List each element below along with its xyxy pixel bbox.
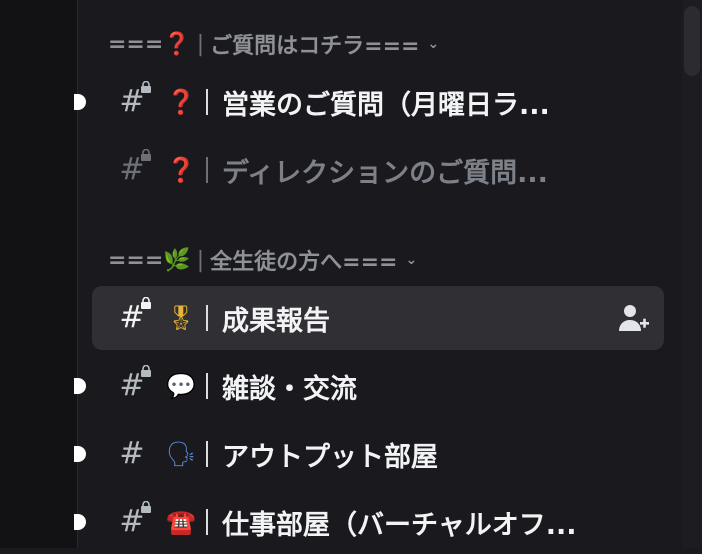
unread-indicator — [74, 378, 86, 394]
unread-indicator — [74, 446, 86, 462]
hash-icon: # — [114, 149, 151, 185]
question-emoji: ❓ — [163, 31, 191, 57]
channel-separator — [206, 373, 208, 399]
channel-separator — [206, 509, 208, 535]
hash-icon: # — [114, 81, 151, 117]
channel-work-room[interactable]: # ☎️ 仕事部屋（バーチャルオフ... — [74, 490, 664, 554]
medal-emoji: 🎖 — [165, 304, 197, 332]
lock-icon — [141, 365, 151, 377]
channel-separator — [206, 157, 208, 183]
speaking-head-emoji: 🗣 — [165, 440, 197, 468]
scrollbar-thumb[interactable] — [684, 6, 700, 76]
question-emoji: ❓ — [166, 88, 196, 116]
channel-separator — [206, 305, 208, 331]
channel-list: === ❓ | ご質問はコチラ=== ⌄ # ❓ 営業のご質問（月曜日ラ... … — [74, 0, 682, 548]
channel-name: 営業のご質問（月曜日ラ... — [222, 89, 550, 121]
channel-name: 成果報告 — [222, 305, 330, 337]
lock-icon — [141, 149, 151, 161]
speech-bubble-emoji: 💬 — [166, 372, 196, 400]
chevron-down-icon: ⌄ — [427, 36, 440, 52]
unread-indicator — [74, 514, 86, 530]
channel-separator — [206, 89, 208, 115]
channel-separator — [206, 441, 208, 467]
telephone-emoji: ☎️ — [166, 508, 196, 536]
chevron-down-icon: ⌄ — [405, 252, 418, 268]
channel-chat-exchange[interactable]: # 💬 雑談・交流 — [74, 354, 664, 418]
hash-icon: # — [114, 297, 151, 333]
channel-name: ディレクションのご質問... — [222, 157, 548, 189]
hash-icon: # — [114, 501, 151, 537]
category-all-students[interactable]: === 🌿 | 全生徒の方へ=== ⌄ — [108, 243, 417, 277]
hash-icon: # — [119, 436, 145, 471]
category-prefix: === — [108, 247, 164, 273]
channel-direction-questions[interactable]: # ❓ ディレクションのご質問... — [92, 138, 664, 202]
channel-results-report[interactable]: # 🎖 成果報告 — [92, 286, 664, 350]
category-separator: | — [196, 247, 205, 273]
question-emoji: ❓ — [166, 156, 196, 184]
category-title: ご質問はコチラ=== — [210, 34, 420, 59]
channel-name: 雑談・交流 — [222, 373, 357, 405]
add-member-icon[interactable] — [618, 303, 650, 333]
unread-indicator — [74, 94, 86, 110]
scrollbar-track[interactable] — [682, 0, 702, 548]
hash-icon: # — [114, 365, 151, 401]
herb-emoji: 🌿 — [163, 247, 191, 273]
category-separator: | — [196, 31, 205, 57]
channel-name: アウトプット部屋 — [222, 441, 438, 473]
lock-icon — [141, 81, 151, 93]
channel-name: 仕事部屋（バーチャルオフ... — [222, 509, 577, 541]
lock-icon — [141, 297, 151, 309]
channel-output-room[interactable]: # 🗣 アウトプット部屋 — [74, 422, 664, 486]
lock-icon — [141, 501, 151, 513]
category-title: 全生徒の方へ=== — [210, 250, 398, 275]
channel-sales-questions[interactable]: # ❓ 営業のご質問（月曜日ラ... — [74, 70, 664, 134]
category-questions[interactable]: === ❓ | ご質問はコチラ=== ⌄ — [108, 27, 439, 61]
category-prefix: === — [108, 31, 164, 57]
server-rail — [0, 0, 77, 548]
